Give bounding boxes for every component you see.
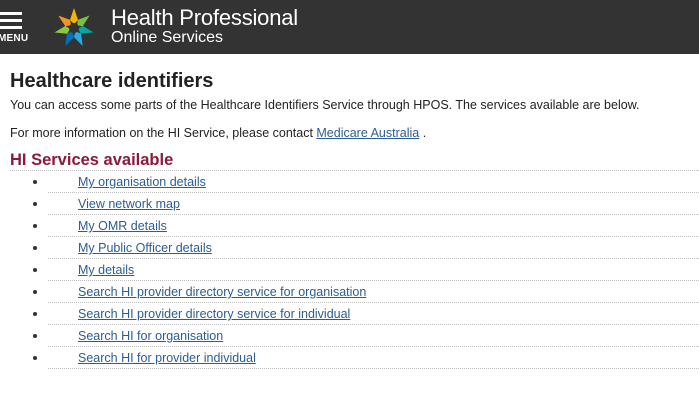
list-item: View network map <box>33 193 699 215</box>
service-link-directory-organisation[interactable]: Search HI provider directory service for… <box>78 284 366 300</box>
list-item: Search HI provider directory service for… <box>33 303 699 325</box>
service-link-my-details[interactable]: My details <box>78 262 134 278</box>
hpos-logo-icon[interactable] <box>52 6 96 50</box>
service-link-directory-individual[interactable]: Search HI provider directory service for… <box>78 306 350 322</box>
brand-title: Health Professional <box>111 5 298 30</box>
list-item: Search HI for provider individual <box>33 347 699 369</box>
service-link-public-officer[interactable]: My Public Officer details <box>78 240 212 256</box>
bullet-icon <box>33 356 37 360</box>
site-header: MENU Health Professional Online Services <box>0 0 699 54</box>
contact-text: For more information on the HI Service, … <box>10 125 699 141</box>
service-link-search-organisation[interactable]: Search HI for organisation <box>78 328 223 344</box>
bullet-icon <box>33 246 37 250</box>
intro-text: You can access some parts of the Healthc… <box>10 98 640 112</box>
bullet-icon <box>33 180 37 184</box>
service-link-search-provider-individual[interactable]: Search HI for provider individual <box>78 350 256 366</box>
list-item: My Public Officer details <box>33 237 699 259</box>
bullet-icon <box>33 224 37 228</box>
service-link-omr-details[interactable]: My OMR details <box>78 218 167 234</box>
bullet-icon <box>33 334 37 338</box>
bullet-icon <box>33 290 37 294</box>
menu-label: MENU <box>0 33 29 44</box>
list-item: My details <box>33 259 699 281</box>
service-link-organisation-details[interactable]: My organisation details <box>78 174 206 190</box>
main-content: Healthcare identifiers You can access so… <box>10 69 699 369</box>
hamburger-icon <box>0 12 22 30</box>
page-title: Healthcare identifiers <box>10 70 214 92</box>
brand-subtitle: Online Services <box>111 29 224 46</box>
menu-button[interactable]: MENU <box>0 8 30 48</box>
bullet-icon <box>33 312 37 316</box>
contact-suffix: . <box>419 126 427 140</box>
medicare-australia-link[interactable]: Medicare Australia <box>316 126 419 140</box>
list-item: Search HI for organisation <box>33 325 699 347</box>
list-item: My organisation details <box>33 171 699 193</box>
services-heading: HI Services available <box>10 151 174 169</box>
bullet-icon <box>33 268 37 272</box>
services-list: My organisation details View network map… <box>10 170 699 369</box>
contact-prefix: For more information on the HI Service, … <box>10 126 317 140</box>
list-item: Search HI provider directory service for… <box>33 281 699 303</box>
list-item: My OMR details <box>33 215 699 237</box>
service-link-network-map[interactable]: View network map <box>78 196 180 212</box>
bullet-icon <box>33 202 37 206</box>
